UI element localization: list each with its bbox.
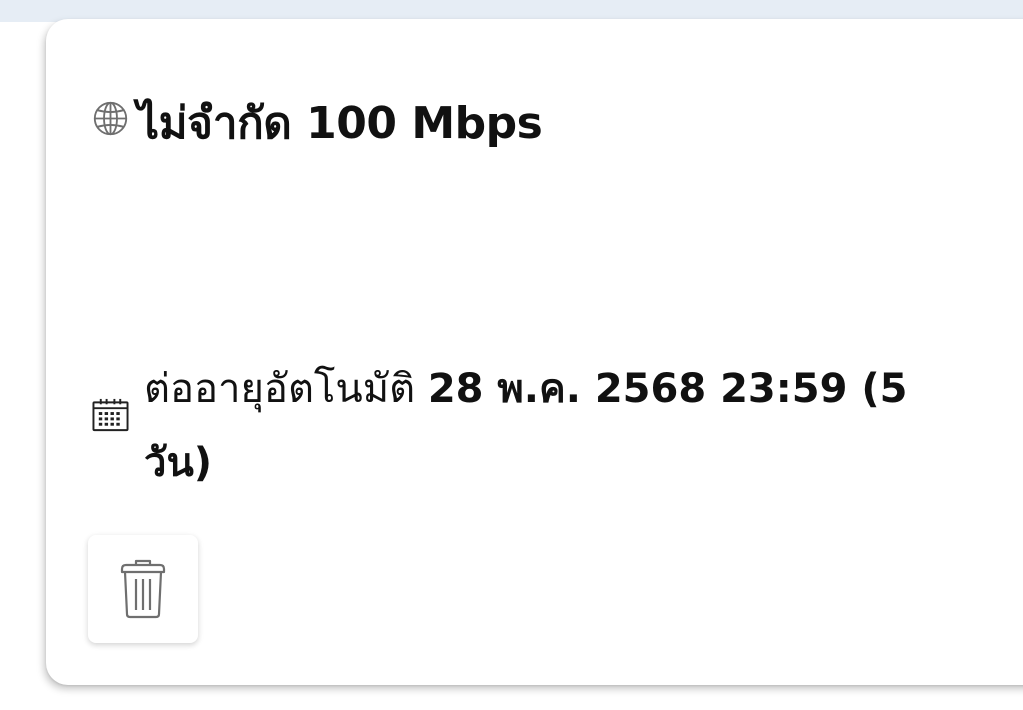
delete-button[interactable] [88, 535, 198, 643]
renewal-label: ต่ออายุอัตโนมัติ [144, 366, 416, 412]
trash-icon [120, 559, 166, 619]
renewal-text: ต่ออายุอัตโนมัติ 28 พ.ค. 2568 23:59 (5 ว… [144, 352, 964, 500]
plan-row: ไม่จำกัด 100 Mbps [92, 88, 543, 158]
calendar-icon [92, 398, 129, 432]
globe-icon [93, 101, 128, 135]
plan-label: ไม่จำกัด 100 Mbps [137, 98, 543, 149]
